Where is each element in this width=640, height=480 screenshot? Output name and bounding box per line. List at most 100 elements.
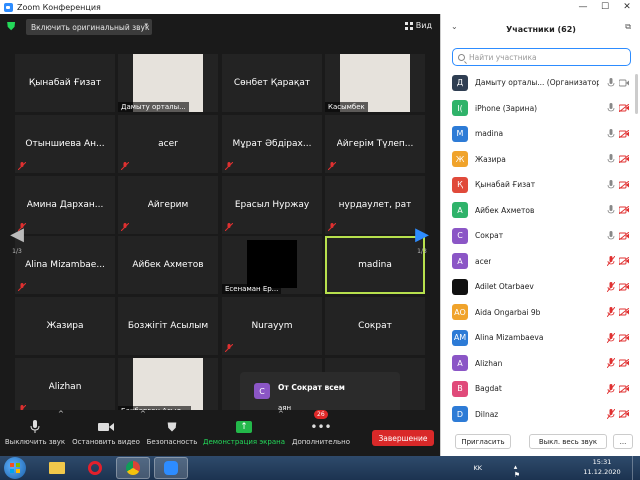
participant-row[interactable]: D Dilnaz [441,402,640,428]
video-off-icon[interactable] [618,205,630,215]
participant-row[interactable]: Қ Қынабай Ғизат [441,172,640,198]
more-button[interactable]: ••• 26 Дополнительно [290,410,352,456]
share-screen-button[interactable]: ↑ Демонстрация экрана [203,410,285,456]
video-tile[interactable]: madina [325,236,425,294]
video-off-icon[interactable] [618,409,630,419]
share-options-caret-icon[interactable]: ^ [278,410,284,456]
video-tile[interactable]: Бозжігіт Асылым [118,297,218,355]
prev-page-button[interactable]: ◀ 1/3 [6,222,28,270]
muted-mic-icon[interactable] [606,332,616,344]
video-off-icon[interactable] [618,256,630,266]
microphone-icon[interactable] [607,77,615,88]
video-off-icon[interactable] [618,358,630,368]
video-tile[interactable]: Айгерім Түлеп... [325,115,425,173]
participant-row[interactable]: A Alizhan [441,351,640,377]
view-button[interactable]: Вид [404,21,432,30]
encryption-shield-icon[interactable]: ⛊ [7,21,17,33]
video-tile[interactable]: acer [118,115,218,173]
maximize-button[interactable]: ☐ [594,0,616,14]
participant-row[interactable]: Д Дамыту орталы... (Организатор, я) [441,70,640,96]
participant-search-input[interactable]: Найти участника [452,48,631,66]
video-tile[interactable]: Жазира [15,297,115,355]
video-tile[interactable]: Дамыту орталы... [118,54,218,112]
participant-row[interactable]: AM Alina Mizambaeva [441,325,640,351]
video-tile[interactable]: Alina Mizambae... [15,236,115,294]
microphone-icon[interactable] [607,154,615,164]
video-tile[interactable]: Есенаман Ер... [222,236,322,294]
video-tile[interactable]: Сократ [325,297,425,355]
video-off-icon[interactable] [618,154,630,164]
video-tile[interactable]: Бакберген Асыл... [118,358,218,416]
original-sound-button[interactable]: Включить оригинальный звук ▾ [26,19,152,35]
chevron-down-icon[interactable]: ▾ [144,21,148,29]
chrome-taskbar-button[interactable] [116,457,150,479]
tile-participant-name: Айбек Ахметов [132,260,204,270]
mute-all-button[interactable]: Выкл. весь звук [529,434,607,449]
clock-time[interactable]: 15:31 [582,458,622,466]
video-tile[interactable]: Айгерим [118,176,218,234]
mute-button[interactable]: Выключить звук [5,410,65,456]
popout-icon[interactable]: ⧉ [625,22,631,32]
participant-row[interactable]: А Айбек Ахметов [441,198,640,224]
video-tile[interactable]: Мұрат Әбдірах... [222,115,322,173]
participant-row[interactable]: Mmadina [441,121,640,147]
video-tile[interactable]: Ерасыл Нуржау [222,176,322,234]
muted-mic-icon[interactable] [606,383,616,395]
video-off-icon[interactable] [618,180,630,190]
panel-more-button[interactable]: ... [613,434,633,449]
participant-row[interactable]: Adilet Otarbaev [441,274,640,300]
video-off-icon[interactable] [618,333,630,343]
minimize-button[interactable]: — [572,0,594,14]
mute-options-caret-icon[interactable]: ^ [58,410,64,456]
video-off-icon[interactable] [618,103,630,113]
participant-row[interactable]: С Сократ [441,223,640,249]
close-window-button[interactable]: ✕ [616,0,638,14]
video-tile[interactable]: Касымбек [325,54,425,112]
tray-icons[interactable]: ▴ ⚑ ▮ ◔ [514,463,520,480]
muted-mic-icon[interactable] [606,408,616,420]
stop-video-button[interactable]: Остановить видео [72,410,140,456]
end-meeting-button[interactable]: Завершение [372,430,434,446]
video-tile[interactable]: нурдаулет, рат [325,176,425,234]
video-tile[interactable]: Alizhan [15,358,115,416]
collapse-chevron-icon[interactable]: ⌄ [451,22,458,31]
participant-row[interactable]: B Bagdat [441,376,640,402]
next-page-button[interactable]: ▶ 1/3 [411,222,433,270]
video-off-icon[interactable] [618,307,630,317]
muted-mic-icon[interactable] [606,306,616,318]
participant-row[interactable]: Ж Жазира [441,147,640,173]
video-off-icon[interactable] [618,384,630,394]
muted-mic-icon[interactable] [606,255,616,267]
video-tile[interactable]: Сөнбет Қарақат [222,54,322,112]
participant-row[interactable]: AO Aida Ongarbai 9b [441,300,640,326]
participant-list-scrollbar[interactable] [635,74,638,114]
participant-row[interactable]: I(iPhone (Зарина) [441,96,640,122]
video-tile[interactable]: Қынабай Ғизат [15,54,115,112]
participant-row[interactable]: Aacer [441,249,640,275]
explorer-taskbar-button[interactable] [40,457,74,479]
start-button[interactable] [4,457,26,479]
video-options-caret-icon[interactable]: ^ [140,410,146,456]
microphone-icon[interactable] [607,103,615,113]
video-tile[interactable]: Nurayym [222,297,322,355]
show-desktop-button[interactable] [632,456,640,480]
invite-button[interactable]: Пригласить [455,434,511,449]
microphone-icon[interactable] [607,128,615,139]
input-language[interactable]: KK [473,464,482,472]
video-off-icon[interactable] [618,231,630,241]
microphone-icon[interactable] [607,205,615,215]
video-off-icon[interactable] [618,129,630,139]
video-off-icon[interactable] [618,282,630,292]
microphone-icon[interactable] [607,179,615,190]
video-tile[interactable]: Амина Дархан... [15,176,115,234]
zoom-taskbar-button[interactable] [154,457,188,479]
video-tile[interactable]: Айбек Ахметов [118,236,218,294]
opera-taskbar-button[interactable] [78,457,112,479]
muted-mic-icon[interactable] [606,281,616,293]
video-tile[interactable]: Отыншиева Ан... [15,115,115,173]
muted-mic-icon[interactable] [606,357,616,369]
video-camera-icon[interactable] [618,79,629,87]
security-button[interactable]: ⛊ Безопасность [146,410,198,456]
clock-date[interactable]: 11.12.2020 [582,468,622,476]
microphone-icon[interactable] [607,230,615,241]
